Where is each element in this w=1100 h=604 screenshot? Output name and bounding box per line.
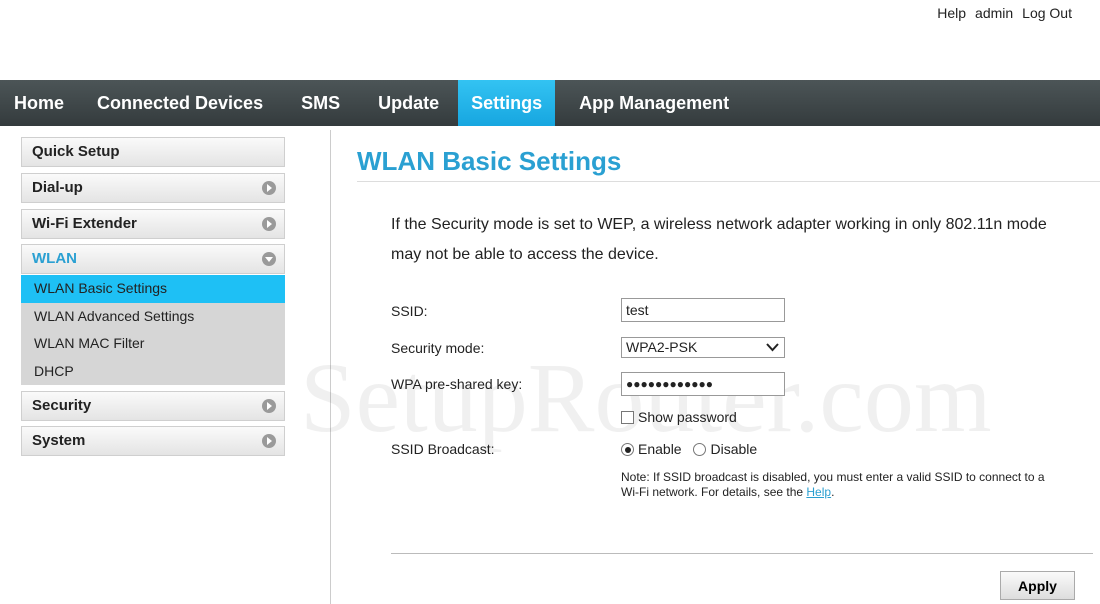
note-end: . (831, 485, 835, 499)
tab-update[interactable]: Update (359, 80, 458, 126)
ssid-broadcast-label: SSID Broadcast: (391, 441, 495, 457)
enable-label: Enable (638, 441, 682, 457)
divider (330, 130, 331, 604)
apply-button[interactable]: Apply (1000, 571, 1075, 600)
wlan-submenu: WLAN Basic Settings WLAN Advanced Settin… (21, 275, 285, 385)
tab-connected-devices[interactable]: Connected Devices (78, 80, 282, 126)
radio[interactable] (621, 443, 634, 456)
selected-value: WPA2-PSK (626, 339, 698, 355)
chevron-right-icon (262, 181, 276, 195)
sidebar-item-dialup[interactable]: Dial-up (21, 173, 285, 203)
chevron-right-icon (262, 434, 276, 448)
submenu-wlan-mac-filter[interactable]: WLAN MAC Filter (21, 330, 285, 358)
submenu-wlan-basic-settings[interactable]: WLAN Basic Settings (21, 275, 285, 303)
security-mode-label: Security mode: (391, 340, 485, 356)
sidebar-item-wlan[interactable]: WLAN (21, 244, 285, 274)
chevron-down-icon (766, 343, 779, 352)
security-mode-select[interactable]: WPA2-PSK (621, 337, 785, 358)
sidebar-item-system[interactable]: System (21, 426, 285, 456)
checkbox[interactable] (621, 411, 634, 424)
ssid-broadcast-radios: Enable Disable (621, 441, 757, 457)
enable-radio[interactable]: Enable (621, 441, 682, 457)
logout-link[interactable]: Log Out (1022, 5, 1072, 21)
tab-home[interactable]: Home (0, 80, 78, 126)
sidebar-item-label: Dial-up (32, 179, 83, 196)
divider (357, 181, 1100, 182)
radio[interactable] (693, 443, 707, 456)
divider (391, 553, 1093, 554)
sidebar-item-security[interactable]: Security (21, 391, 285, 421)
disable-radio[interactable]: Disable (693, 441, 757, 457)
page-title: WLAN Basic Settings (357, 146, 622, 176)
sidebar-item-wifi-extender[interactable]: Wi-Fi Extender (21, 209, 285, 239)
sidebar-item-label: Quick Setup (32, 143, 120, 160)
tab-app-management[interactable]: App Management (555, 80, 753, 126)
sidebar-item-label: WLAN (32, 250, 77, 267)
submenu-wlan-advanced-settings[interactable]: WLAN Advanced Settings (21, 303, 285, 331)
chevron-down-icon (262, 252, 276, 266)
user-link[interactable]: admin (975, 5, 1013, 21)
show-password-checkbox[interactable]: Show password (621, 409, 737, 425)
info-text: If the Security mode is set to WEP, a wi… (391, 216, 1047, 263)
top-links: Help admin Log Out (937, 5, 1072, 21)
sidebar-item-label: Wi-Fi Extender (32, 215, 137, 232)
sidebar-item-label: Security (32, 397, 92, 414)
note-text: Note: If SSID broadcast is disabled, you… (621, 470, 1061, 500)
show-password-label: Show password (638, 409, 737, 425)
disable-label: Disable (710, 441, 758, 457)
chevron-right-icon (262, 399, 276, 413)
ssid-input[interactable] (621, 298, 785, 322)
help-link[interactable]: Help (806, 485, 831, 499)
tab-settings[interactable]: Settings (458, 80, 556, 126)
psk-input[interactable]: ●●●●●●●●●●●● (621, 372, 785, 396)
submenu-dhcp[interactable]: DHCP (21, 358, 285, 386)
main-nav: Home Connected Devices SMS Update Settin… (0, 80, 1100, 126)
tab-sms[interactable]: SMS (282, 80, 359, 126)
sidebar-item-quick-setup[interactable]: Quick Setup (21, 137, 285, 167)
ssid-label: SSID: (391, 303, 428, 319)
help-link[interactable]: Help (937, 5, 966, 21)
chevron-right-icon (262, 217, 276, 231)
psk-label: WPA pre-shared key: (391, 376, 523, 392)
sidebar-item-label: System (32, 432, 86, 449)
